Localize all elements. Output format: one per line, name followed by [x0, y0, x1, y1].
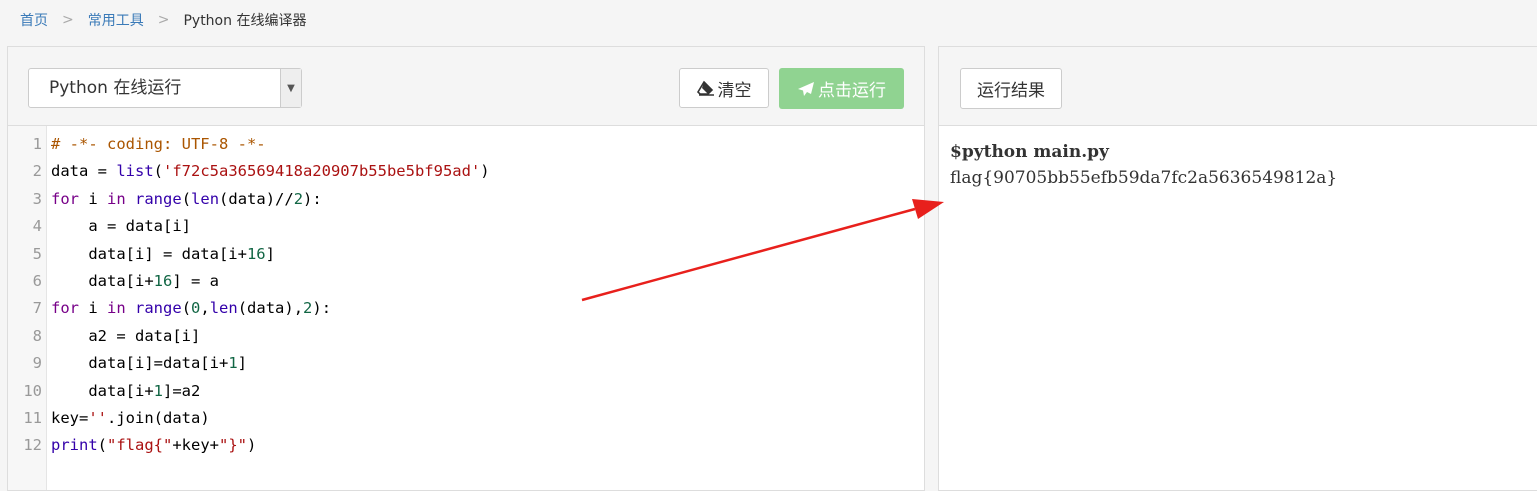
code-text: data[i]=data[i+1]	[51, 354, 247, 373]
breadcrumb-home-link[interactable]: 首页	[20, 10, 48, 30]
line-number: 6	[32, 272, 42, 290]
code-text: for i in range(len(data)//2):	[51, 189, 322, 208]
paper-plane-icon	[798, 81, 814, 96]
code-text: data = list('f72c5a36569418a20907b55be5b…	[51, 162, 490, 181]
run-result-tab-label: 运行结果	[977, 81, 1045, 101]
code-text: print("flag{"+key+"}")	[51, 436, 257, 455]
language-select-value: Python 在线运行	[49, 78, 182, 98]
code-text: data[i+16] = a	[51, 272, 219, 290]
line-number: 10	[23, 381, 42, 400]
line-number: 4	[32, 217, 42, 236]
clear-button[interactable]: 清空	[679, 68, 769, 108]
code-text: a = data[i]	[51, 217, 191, 236]
breadcrumb-current: Python 在线编译器	[183, 13, 307, 29]
run-result-tab[interactable]: 运行结果	[960, 68, 1062, 109]
code-text: key=''.join(data)	[51, 409, 210, 427]
clear-button-label: 清空	[717, 80, 752, 101]
eraser-icon	[696, 80, 714, 96]
breadcrumb: 首页 > 常用工具 > Python 在线编译器	[20, 0, 306, 40]
chevron-down-icon[interactable]: ▼	[280, 69, 301, 107]
code-text: data[i] = data[i+16]	[51, 244, 275, 263]
run-button-label: 点击运行	[818, 81, 886, 101]
line-number: 3	[32, 189, 42, 208]
line-number: 5	[32, 244, 42, 263]
breadcrumb-tools-link[interactable]: 常用工具	[88, 10, 144, 30]
line-number: 12	[23, 436, 42, 455]
line-number: 7	[32, 299, 42, 318]
run-button[interactable]: 点击运行	[779, 68, 904, 109]
line-number: 2	[32, 162, 42, 181]
code-text: # -*- coding: UTF-8 -*-	[51, 135, 266, 153]
code-text: for i in range(0,len(data),2):	[51, 299, 332, 318]
breadcrumb-separator: >	[157, 12, 170, 28]
language-select[interactable]: Python 在线运行 ▼	[28, 68, 302, 108]
breadcrumb-separator: >	[62, 12, 74, 28]
line-number: 11	[23, 409, 42, 427]
editor-toolbar: Python 在线运行 ▼ 清空 点击运行	[8, 47, 924, 126]
output-toolbar: 运行结果	[939, 47, 1537, 126]
output-console: $python main.py flag{90705bb55efb59da7fc…	[950, 139, 1337, 191]
editor-panel: Python 在线运行 ▼ 清空 点击运行 1 # -*- coding: UTF…	[7, 46, 925, 491]
code-editor[interactable]: 1 # -*- coding: UTF-8 -*- 2 data = list('f7…	[8, 126, 924, 490]
code-text: a2 = data[i]	[51, 326, 201, 345]
line-number: 1	[32, 135, 42, 153]
output-command: $python main.py	[950, 142, 1109, 162]
code-text: data[i+1]=a2	[51, 381, 201, 400]
output-result: flag{90705bb55efb59da7fc2a5636549812a}	[950, 168, 1338, 188]
line-number: 8	[32, 326, 42, 345]
output-panel: 运行结果 $python main.py flag{90705bb55efb59…	[938, 46, 1537, 491]
line-number: 9	[32, 354, 42, 373]
